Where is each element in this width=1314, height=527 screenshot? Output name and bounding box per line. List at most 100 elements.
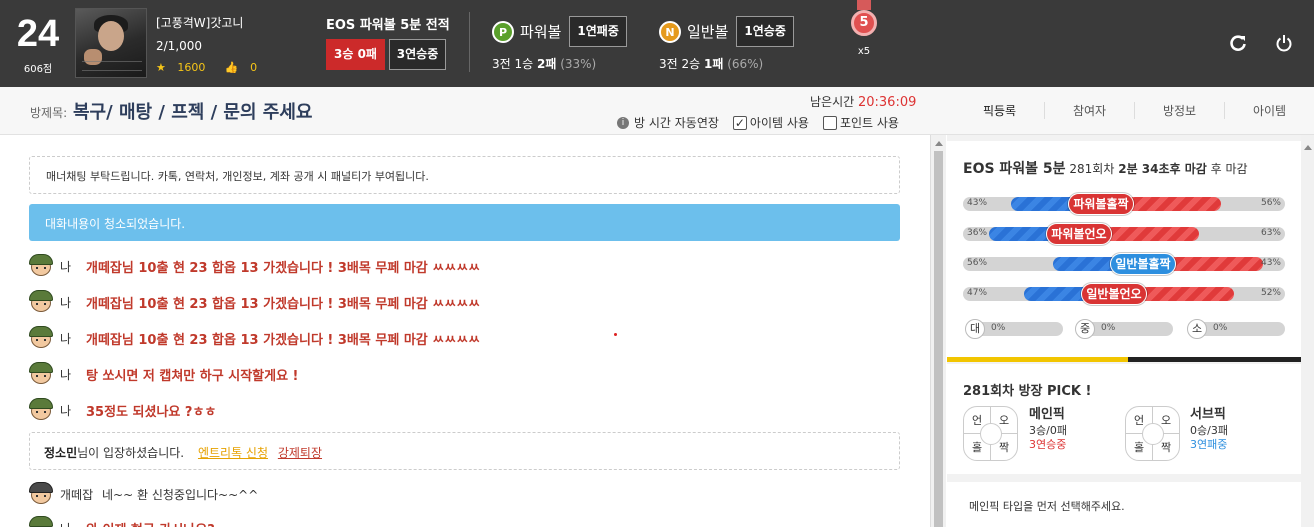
tab-room-info[interactable]: 방정보 xyxy=(1135,102,1225,119)
color-stripe xyxy=(947,357,1301,362)
ratio-bar[interactable]: 36% 63% 파워볼언오 xyxy=(963,223,1285,245)
eos-title: EOS 파워볼 5분 전적 xyxy=(326,18,450,33)
info-icon: i xyxy=(617,116,629,129)
betting-ratio-card: EOS 파워볼 5분 281회차 2분 34초후 마감 후 마감 43% 56%… xyxy=(947,141,1301,362)
remaining-time-value: 20:36:09 xyxy=(857,95,917,110)
message-text: 네~~ 환 신청중입니다~~^^ xyxy=(102,487,259,502)
medal-icon: 5 x5 xyxy=(848,0,880,57)
ratio-bar[interactable]: 56% 43% 일반볼홀짝 xyxy=(963,253,1285,275)
eos-record: EOS 파워볼 5분 전적 3승 0패 3연승중 xyxy=(326,14,450,70)
message-text: 와 이제 현금 가시나요? xyxy=(86,519,215,527)
powerball-summary: 3전 1승 2패 (33%) xyxy=(492,57,597,71)
powerball-oddeven-pill[interactable]: 파워볼홀짝 xyxy=(1068,193,1134,215)
ratio-right: 63% xyxy=(1260,228,1281,238)
message-text: 개떼잡님 10출 현 23 합옵 13 가겠습니다 ! 3배목 무페 마감 ㅆㅆ… xyxy=(86,260,481,276)
main-pick-streak: 3연승중 xyxy=(1029,438,1067,451)
chat-message: 개떼잡 네~~ 환 신청중입니다~~^^ xyxy=(28,481,258,507)
chat-notice: 매너채팅 부탁드립니다. 카톡, 연락처, 개인정보, 계좌 공개 시 패널티가… xyxy=(29,156,900,194)
avatar xyxy=(28,397,54,423)
chat-message: 나 개떼잡님 10출 현 23 합옵 13 가겠습니다 ! 3배목 무페 마감 … xyxy=(28,253,480,279)
deadline: 2분 34초후 마감 xyxy=(1118,162,1207,176)
panel-scrollbar[interactable] xyxy=(1301,135,1314,527)
message-author: 나 xyxy=(60,331,72,346)
message-author: 나 xyxy=(60,367,72,382)
power-icon[interactable] xyxy=(1274,33,1294,53)
medal-multiplier: x5 xyxy=(857,46,871,57)
top-bar: 24 606점 [고풍격W]갓고니 2/1,000 ★ 1600 👍 0 EOS… xyxy=(0,0,1314,87)
coin-stat: ★ 1600 xyxy=(156,61,206,74)
select-message: 메인픽 타입을 먼저 선택해주세요. xyxy=(969,500,1125,513)
powerball-name: 파워볼 xyxy=(520,23,562,41)
room-options: i 방 시간 자동연장 ✓ 아이템 사용 포인트 사용 xyxy=(617,114,899,131)
avatar xyxy=(28,325,54,351)
main-pick-record: 3승/0패 xyxy=(1029,424,1067,437)
powerball-badge-icon: P xyxy=(492,20,514,43)
powerball-record: P 파워볼 1연패중 3전 1승 2패 (33%) xyxy=(492,16,627,72)
refresh-icon[interactable] xyxy=(1228,33,1248,53)
star-icon: ★ xyxy=(156,61,166,74)
user-count: 2/1,000 xyxy=(156,39,203,53)
normalball-oddeven-pill[interactable]: 일반볼홀짝 xyxy=(1110,253,1176,275)
tab-items[interactable]: 아이템 xyxy=(1225,102,1314,119)
avatar xyxy=(28,515,54,527)
ratio-bar[interactable]: 47% 52% 일반볼언오 xyxy=(963,283,1285,305)
normalball-name: 일반볼 xyxy=(687,23,729,41)
main-pick-selector[interactable]: 언 오 홀 짝 xyxy=(963,406,1019,462)
message-author: 나 xyxy=(60,259,72,274)
entry-text: 님이 입장하셨습니다. xyxy=(77,446,185,460)
item-use-label[interactable]: 아이템 사용 xyxy=(750,114,809,131)
entered-user-name[interactable]: 정소민 xyxy=(44,446,77,460)
message-text: 탕 쏘시면 저 캡쳐만 하구 시작할게요 ! xyxy=(86,368,299,384)
level-points: 606점 xyxy=(23,64,53,75)
ratio-right: 52% xyxy=(1260,288,1281,298)
cursor-dot xyxy=(614,333,617,336)
chat-scrollbar[interactable] xyxy=(930,135,946,527)
round-number: 281회차 xyxy=(1069,162,1115,176)
normalball-record: N 일반볼 1연승중 3전 2승 1패 (66%) xyxy=(659,16,794,72)
kick-link[interactable]: 강제퇴장 xyxy=(278,446,322,460)
chat-message: 나 와 이제 현금 가시나요? xyxy=(28,515,215,527)
point-use-label[interactable]: 포인트 사용 xyxy=(840,114,899,131)
entry-notice: 정소민님이 입장하셨습니다. 엔트리톡 신청 강제퇴장 xyxy=(29,432,900,470)
scrollbar-thumb[interactable] xyxy=(934,151,943,527)
user-level: 24 606점 xyxy=(12,14,64,75)
sub-pick-selector[interactable]: 언 오 홀 짝 xyxy=(1125,406,1181,462)
eos-streak: 3연승중 xyxy=(388,39,447,70)
sub-pick-record: 0승/3패 xyxy=(1190,424,1228,437)
host-pick-title: 281회차 방장 PICK ! xyxy=(963,384,1092,399)
item-use-checkbox[interactable]: ✓ xyxy=(732,115,747,130)
ratio-right: 43% xyxy=(1260,258,1281,268)
message-text: 개떼잡님 10출 현 23 합옵 13 가겠습니다 ! 3배목 무페 마감 ㅆㅆ… xyxy=(86,296,481,312)
scroll-up-icon[interactable] xyxy=(1303,145,1312,150)
message-author: 나 xyxy=(60,295,72,310)
chat-message: 나 개떼잡님 10출 현 23 합옵 13 가겠습니다 ! 3배목 무페 마감 … xyxy=(28,289,480,315)
scroll-up-icon[interactable] xyxy=(934,141,943,146)
point-use-checkbox[interactable] xyxy=(822,115,837,130)
avatar xyxy=(28,253,54,279)
message-author[interactable]: 개떼잡 xyxy=(60,486,102,503)
message-text: 개떼잡님 10출 현 23 합옵 13 가겠습니다 ! 3배목 무페 마감 ㅆㅆ… xyxy=(86,332,481,348)
thumbs-up-icon: 👍 xyxy=(224,61,239,74)
user-name: [고풍격W]갓고니 xyxy=(156,16,244,30)
room-title-label: 방제목: xyxy=(30,106,68,120)
normalball-underover-pill[interactable]: 일반볼언오 xyxy=(1081,283,1147,305)
normalball-summary: 3전 2승 1패 (66%) xyxy=(659,57,764,71)
message-author: 나 xyxy=(60,520,86,527)
avatar[interactable] xyxy=(75,8,147,78)
message-author: 나 xyxy=(60,403,72,418)
tab-participants[interactable]: 참여자 xyxy=(1045,102,1135,119)
auto-extend-label: 방 시간 자동연장 xyxy=(634,116,719,130)
powerball-underover-pill[interactable]: 파워볼언오 xyxy=(1046,223,1112,245)
chat-message: 나 개떼잡님 10출 현 23 합옵 13 가겠습니다 ! 3배목 무페 마감 … xyxy=(28,325,480,351)
ratio-bar[interactable]: 43% 56% 파워볼홀짝 xyxy=(963,193,1285,215)
eos-win-loss: 3승 0패 xyxy=(326,39,385,70)
right-panel: EOS 파워볼 5분 281회차 2분 34초후 마감 후 마감 43% 56%… xyxy=(947,135,1314,527)
entry-talk-request-link[interactable]: 엔트리톡 신청 xyxy=(198,446,268,460)
normalball-badge-icon: N xyxy=(659,20,681,43)
avatar xyxy=(28,481,54,507)
sub-pick-info: 서브픽 0승/3패 3연패중 xyxy=(1190,408,1228,452)
room-header: 방제목: 복구/ 매탕 / 프젝 / 문의 주세요 남은시간 20:36:09 … xyxy=(0,87,1314,135)
tab-pick-register[interactable]: 픽등록 xyxy=(955,102,1045,119)
ratio-left: 56% xyxy=(967,258,988,268)
game-header: EOS 파워볼 5분 281회차 2분 34초후 마감 후 마감 xyxy=(963,158,1248,178)
